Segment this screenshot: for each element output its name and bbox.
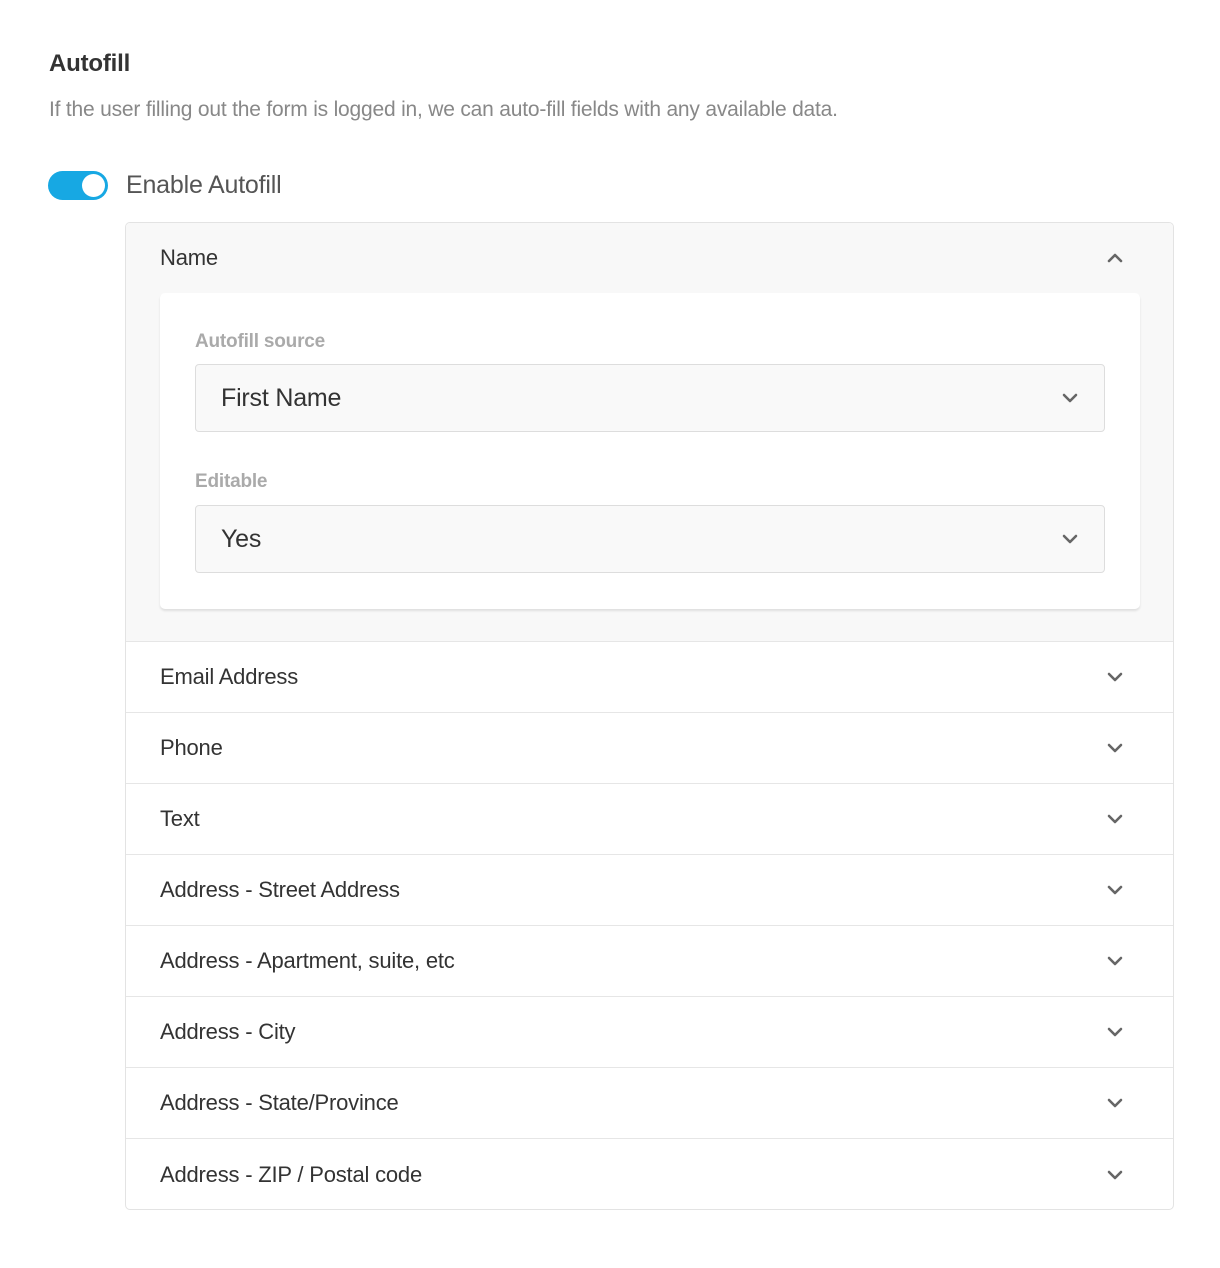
accordion-item-label: Name [160, 245, 218, 270]
accordion-item-zip-postal-code[interactable]: Address - ZIP / Postal code [126, 1139, 1173, 1209]
accordion-item-label: Address - City [160, 1019, 296, 1044]
chevron-down-icon [1105, 1093, 1125, 1113]
accordion-item-label: Address - Street Address [160, 877, 400, 902]
editable-value: Yes [221, 524, 262, 553]
accordion-item-apartment[interactable]: Address - Apartment, suite, etc [126, 926, 1173, 997]
chevron-down-icon [1105, 667, 1125, 687]
accordion-item-text[interactable]: Text [126, 784, 1173, 855]
enable-autofill-row: Enable Autofill [48, 168, 282, 202]
accordion-item-name: Name Autofill source First Name Editable… [126, 223, 1173, 642]
chevron-down-icon [1105, 809, 1125, 829]
enable-autofill-toggle[interactable] [48, 170, 108, 200]
accordion-panel-name: Autofill source First Name Editable Yes [160, 293, 1140, 609]
editable-select[interactable]: Yes [195, 505, 1105, 573]
accordion-item-label: Address - ZIP / Postal code [160, 1161, 422, 1187]
chevron-down-icon [1105, 951, 1125, 971]
toggle-knob [82, 173, 105, 197]
accordion-item-label: Address - Apartment, suite, etc [160, 948, 455, 973]
accordion-item-state-province[interactable]: Address - State/Province [126, 1068, 1173, 1139]
accordion-item-street-address[interactable]: Address - Street Address [126, 855, 1173, 926]
accordion-item-label: Email Address [160, 664, 299, 689]
accordion-item-email-address[interactable]: Email Address [126, 642, 1173, 713]
accordion-item-label: Phone [160, 735, 223, 760]
accordion-item-label: Address - State/Province [160, 1090, 399, 1115]
chevron-down-icon [1105, 880, 1125, 900]
autofill-source-value: First Name [221, 383, 342, 412]
chevron-down-icon [1105, 1165, 1125, 1185]
editable-label: Editable [195, 471, 268, 492]
chevron-down-icon [1105, 738, 1125, 758]
chevron-down-icon [1105, 1022, 1125, 1042]
chevron-up-icon [1105, 248, 1125, 268]
autofill-source-select[interactable]: First Name [195, 364, 1105, 432]
section-title: Autofill [49, 50, 131, 77]
section-description: If the user filling out the form is logg… [49, 98, 838, 121]
accordion-item-phone[interactable]: Phone [126, 713, 1173, 784]
chevron-down-icon [1060, 529, 1080, 549]
accordion-item-city[interactable]: Address - City [126, 997, 1173, 1068]
accordion-header-name[interactable]: Name [126, 223, 1173, 293]
chevron-down-icon [1060, 388, 1080, 408]
autofill-fields-accordion: Name Autofill source First Name Editable… [125, 222, 1174, 1210]
enable-autofill-label: Enable Autofill [126, 170, 282, 199]
autofill-source-label: Autofill source [195, 331, 326, 352]
accordion-item-label: Text [160, 806, 200, 831]
